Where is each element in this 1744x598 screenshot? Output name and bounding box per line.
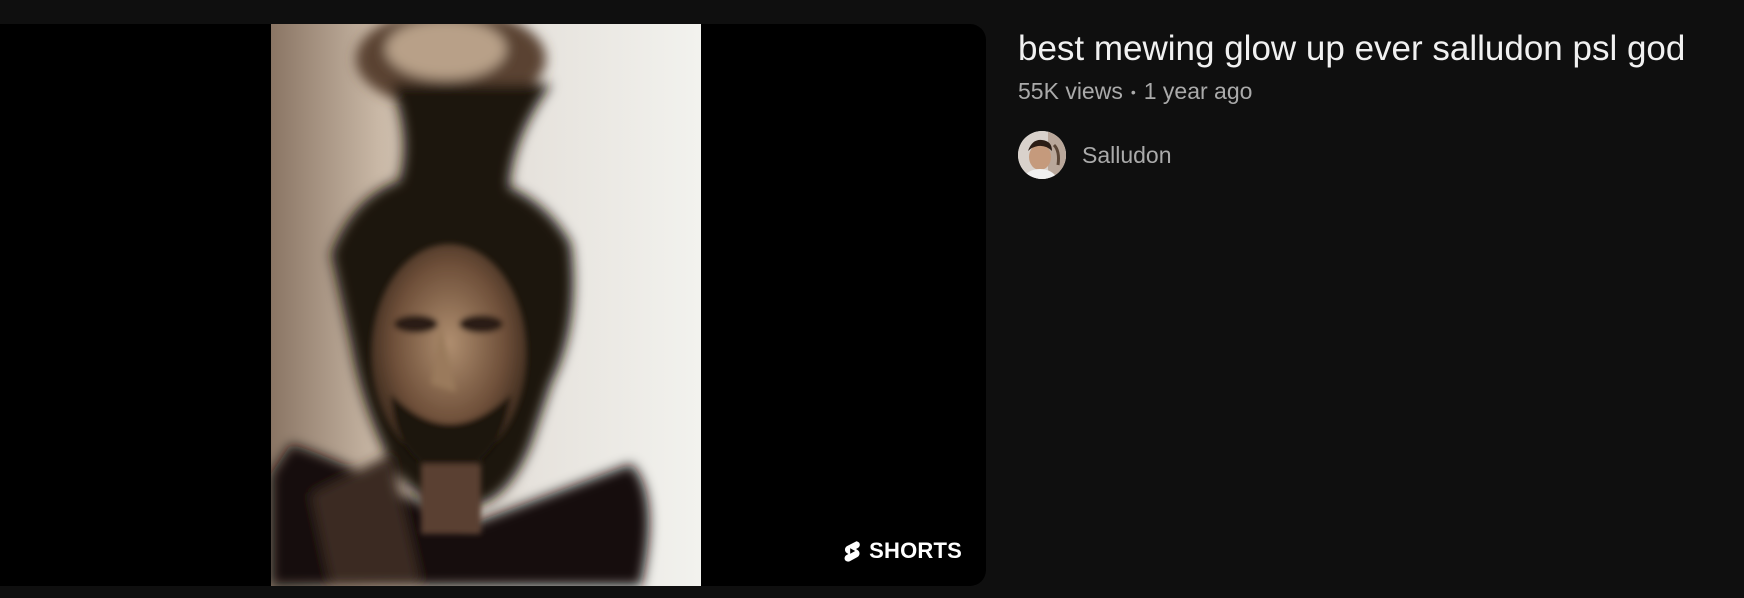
video-metadata: 55K views • 1 year ago <box>1018 78 1728 105</box>
video-result: SHORTS best mewing glow up ever salludon… <box>0 0 1744 598</box>
thumbnail-image <box>271 24 701 586</box>
meta-separator: • <box>1130 83 1136 100</box>
channel-info[interactable]: Salludon <box>1018 131 1728 179</box>
video-title[interactable]: best mewing glow up ever salludon psl go… <box>1018 24 1728 74</box>
shorts-icon <box>843 540 861 562</box>
shorts-badge: SHORTS <box>843 538 962 564</box>
channel-name[interactable]: Salludon <box>1082 142 1172 169</box>
shorts-label: SHORTS <box>869 538 962 563</box>
video-details: best mewing glow up ever salludon psl go… <box>1018 24 1728 179</box>
view-count: 55K views <box>1018 78 1123 104</box>
video-thumbnail[interactable]: SHORTS <box>0 24 986 586</box>
channel-avatar[interactable] <box>1018 131 1066 179</box>
upload-age: 1 year ago <box>1143 78 1253 104</box>
